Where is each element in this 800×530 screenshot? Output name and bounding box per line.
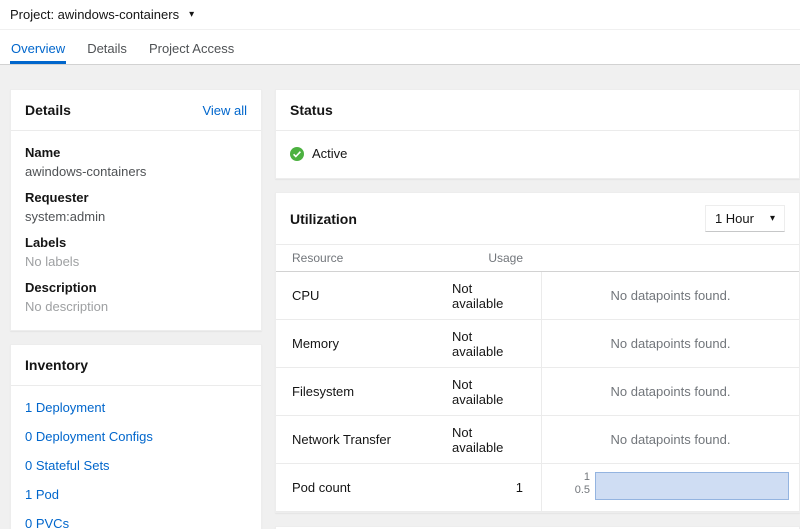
y-tick: 1 [584,471,590,484]
field-value: system:admin [25,209,247,224]
field-labels: Labels No labels [25,235,247,269]
field-label: Name [25,145,247,160]
duration-dropdown[interactable]: 1 Hour ▾ [705,205,785,232]
field-value: No labels [25,254,247,269]
tab-details[interactable]: Details [86,30,128,64]
resource-chart-empty: No datapoints found. [541,320,799,367]
table-row-cpu: CPU Not available No datapoints found. [276,272,799,320]
chevron-down-icon: ▾ [189,10,194,20]
utilization-card: Utilization 1 Hour ▾ Resource Usage CPU [275,192,800,513]
details-card-header: Details View all [11,90,261,131]
column-header-resource: Resource [276,251,452,265]
inventory-item-pods[interactable]: 1 Pod [25,487,247,502]
resource-usage: 1 [452,464,541,511]
field-name: Name awindows-containers [25,145,247,179]
left-column: Details View all Name awindows-container… [10,89,262,529]
utilization-table: Resource Usage CPU Not available No data… [276,245,799,512]
content-area: Details View all Name awindows-container… [0,65,800,529]
status-card-title: Status [290,102,333,118]
pod-count-sparkline-area [595,472,789,500]
details-card: Details View all Name awindows-container… [10,89,262,331]
inventory-item-deployment-configs[interactable]: 0 Deployment Configs [25,429,247,444]
table-row-filesystem: Filesystem Not available No datapoints f… [276,368,799,416]
project-selector-dropdown[interactable]: Project: awindows-containers ▾ [10,7,194,22]
sparkline-y-axis: 1 0.5 [542,470,590,497]
chevron-down-icon: ▾ [770,214,775,224]
resource-usage: Not available [452,320,541,367]
field-label: Labels [25,235,247,250]
status-card: Status Active [275,89,800,179]
details-card-body: Name awindows-containers Requester syste… [11,131,261,330]
project-bar: Project: awindows-containers ▾ [0,0,800,30]
duration-dropdown-label: 1 Hour [715,211,754,226]
resource-usage: Not available [452,368,541,415]
status-card-body: Active [276,131,799,178]
field-requester: Requester system:admin [25,190,247,224]
utilization-card-title: Utilization [290,211,357,227]
resource-usage: Not available [452,416,541,463]
table-row-network-transfer: Network Transfer Not available No datapo… [276,416,799,464]
resource-name: CPU [276,272,452,319]
utilization-card-header: Utilization 1 Hour ▾ [276,193,799,245]
right-column: Status Active Utilization 1 [275,89,800,529]
view-all-link[interactable]: View all [202,103,247,118]
resource-name: Filesystem [276,368,452,415]
partial-bottom-card [275,526,800,529]
resource-name: Network Transfer [276,416,452,463]
pod-count-chart-cell: 1 0.5 [541,464,799,511]
tab-overview[interactable]: Overview [10,30,66,64]
inventory-item-stateful-sets[interactable]: 0 Stateful Sets [25,458,247,473]
y-tick: 0.5 [575,484,590,497]
resource-name: Pod count [276,464,452,511]
inventory-card-header: Inventory [11,345,261,386]
inventory-item-deployments[interactable]: 1 Deployment [25,400,247,415]
field-label: Description [25,280,247,295]
inventory-card: Inventory 1 Deployment 0 Deployment Conf… [10,344,262,529]
resource-name: Memory [276,320,452,367]
resource-usage: Not available [452,272,541,319]
success-check-circle-icon [290,147,304,161]
status-label: Active [312,146,347,161]
details-card-title: Details [25,102,71,118]
table-row-pod-count: Pod count 1 1 0.5 [276,464,799,512]
status-card-header: Status [276,90,799,131]
resource-chart-empty: No datapoints found. [541,272,799,319]
column-header-usage: Usage [452,251,541,265]
project-selector-label: Project: awindows-containers [10,7,179,22]
table-row-memory: Memory Not available No datapoints found… [276,320,799,368]
field-value: No description [25,299,247,314]
inventory-item-pvcs[interactable]: 0 PVCs [25,516,247,529]
inventory-card-body: 1 Deployment 0 Deployment Configs 0 Stat… [11,386,261,529]
resource-chart-empty: No datapoints found. [541,368,799,415]
field-label: Requester [25,190,247,205]
resource-chart-empty: No datapoints found. [541,416,799,463]
project-overview-page: Project: awindows-containers ▾ Overview … [0,0,800,529]
field-value: awindows-containers [25,164,247,179]
field-description: Description No description [25,280,247,314]
utilization-table-header: Resource Usage [276,245,799,272]
inventory-card-title: Inventory [25,357,88,373]
tab-project-access[interactable]: Project Access [148,30,235,64]
tab-bar: Overview Details Project Access [0,30,800,65]
